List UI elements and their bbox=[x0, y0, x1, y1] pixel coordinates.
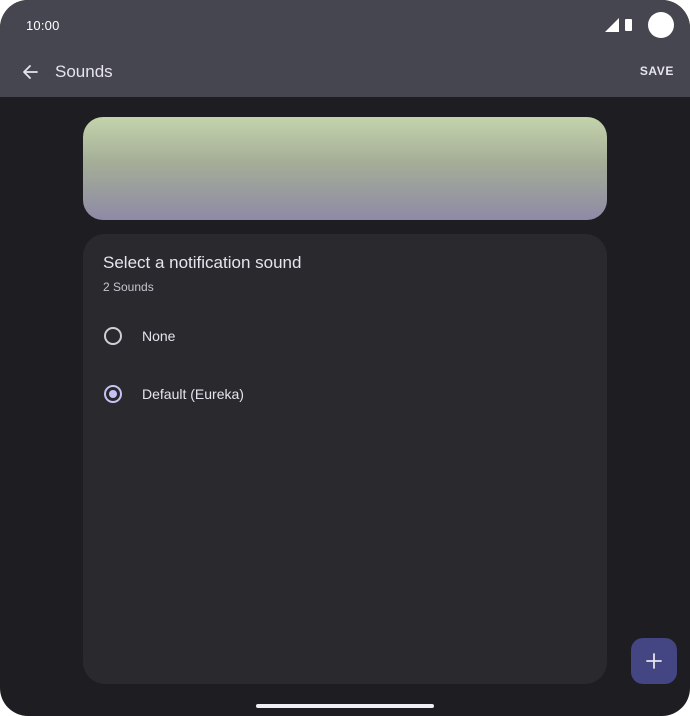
sound-option-default[interactable]: Default (Eureka) bbox=[83, 371, 607, 417]
option-label: None bbox=[142, 328, 176, 344]
radio-button[interactable] bbox=[104, 327, 122, 345]
camera-cutout bbox=[648, 12, 674, 38]
card-title: Select a notification sound bbox=[103, 253, 302, 272]
plus-icon bbox=[646, 653, 662, 669]
page-title: Sounds bbox=[55, 62, 113, 81]
signal-icon bbox=[605, 18, 619, 32]
radio-button-selected[interactable] bbox=[104, 385, 122, 403]
device-screen: 10:00 Sounds SAVE Select a notification … bbox=[0, 0, 690, 716]
sound-option-none[interactable]: None bbox=[83, 313, 607, 359]
option-label: Default (Eureka) bbox=[142, 386, 244, 402]
status-bar: 10:00 bbox=[0, 0, 690, 48]
back-button[interactable] bbox=[14, 58, 46, 86]
radio-dot bbox=[109, 390, 117, 398]
arrow-back-icon bbox=[23, 65, 38, 79]
add-sound-button[interactable] bbox=[631, 638, 677, 684]
gesture-nav-handle[interactable] bbox=[256, 704, 434, 708]
battery-icon bbox=[625, 19, 632, 31]
sound-count: 2 Sounds bbox=[103, 280, 154, 294]
header-gradient-banner bbox=[83, 117, 607, 220]
sound-picker-card: Select a notification sound 2 Sounds Non… bbox=[83, 234, 607, 684]
status-icons bbox=[605, 12, 674, 38]
save-button[interactable]: SAVE bbox=[640, 64, 674, 78]
status-time: 10:00 bbox=[26, 18, 60, 33]
app-bar: Sounds SAVE bbox=[0, 48, 690, 97]
